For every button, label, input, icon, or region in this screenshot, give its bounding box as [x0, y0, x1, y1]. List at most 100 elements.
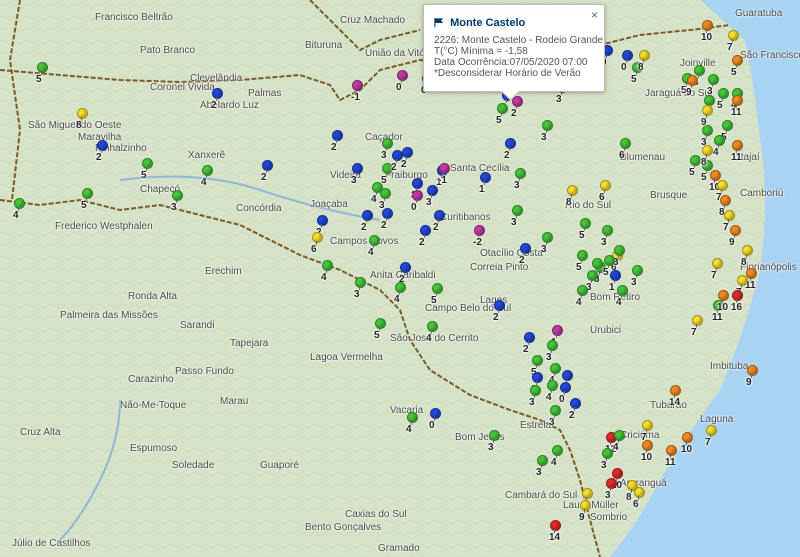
- station-marker[interactable]: 8: [565, 185, 579, 215]
- marker-value: 3: [605, 490, 611, 501]
- station-marker[interactable]: 4: [612, 430, 626, 460]
- marker-value: 5: [496, 115, 502, 126]
- station-marker[interactable]: 5: [578, 218, 592, 248]
- station-marker[interactable]: -2: [472, 225, 486, 255]
- marker-pin-icon: [474, 225, 485, 236]
- station-marker[interactable]: 2: [330, 130, 344, 160]
- station-marker[interactable]: 14: [548, 520, 562, 550]
- station-marker[interactable]: 10: [716, 290, 730, 320]
- station-marker[interactable]: 4: [320, 260, 334, 290]
- station-marker[interactable]: 9: [700, 105, 714, 135]
- station-marker[interactable]: 3: [510, 205, 524, 235]
- marker-pin-icon: [489, 430, 500, 441]
- station-marker[interactable]: 4: [367, 235, 381, 265]
- station-marker[interactable]: 3: [604, 478, 618, 508]
- station-marker[interactable]: 11: [730, 140, 744, 170]
- station-marker[interactable]: 2: [418, 225, 432, 255]
- station-marker[interactable]: 2: [568, 398, 582, 428]
- station-marker[interactable]: 7: [690, 315, 704, 345]
- marker-pin-icon: [670, 385, 681, 396]
- station-marker[interactable]: -1: [350, 80, 364, 110]
- station-marker[interactable]: 3: [353, 277, 367, 307]
- marker-pin-icon: [732, 290, 743, 301]
- station-marker[interactable]: 7: [704, 425, 718, 455]
- marker-value: 2: [401, 159, 407, 170]
- station-marker[interactable]: 2: [210, 88, 224, 118]
- station-marker[interactable]: 16: [730, 290, 744, 320]
- station-marker[interactable]: 3: [487, 430, 501, 460]
- station-marker[interactable]: 5: [80, 188, 94, 218]
- station-marker[interactable]: 10: [700, 20, 714, 50]
- station-marker[interactable]: 6: [618, 138, 632, 168]
- station-marker[interactable]: 5: [430, 283, 444, 313]
- station-marker[interactable]: 3: [630, 265, 644, 295]
- station-marker[interactable]: 0: [428, 408, 442, 438]
- close-icon[interactable]: ×: [591, 8, 598, 22]
- marker-value: -1: [351, 92, 360, 103]
- station-marker[interactable]: 6: [598, 180, 612, 210]
- station-marker[interactable]: 3: [600, 448, 614, 478]
- station-marker[interactable]: 3: [513, 168, 527, 198]
- station-marker[interactable]: 5: [373, 318, 387, 348]
- station-marker[interactable]: 4: [200, 165, 214, 195]
- station-marker[interactable]: 4: [12, 198, 26, 228]
- station-marker[interactable]: 3: [170, 190, 184, 220]
- station-marker[interactable]: 5: [495, 103, 509, 133]
- station-marker[interactable]: 6: [310, 232, 324, 262]
- station-marker[interactable]: -1: [437, 163, 451, 193]
- station-marker[interactable]: 9: [685, 75, 699, 105]
- station-marker[interactable]: 4: [712, 135, 726, 165]
- marker-value: 4: [551, 457, 557, 468]
- station-marker[interactable]: 3: [540, 120, 554, 150]
- station-marker[interactable]: 8: [637, 50, 651, 80]
- marker-pin-icon: [439, 163, 450, 174]
- station-marker[interactable]: 4: [575, 285, 589, 315]
- station-marker[interactable]: 2: [503, 138, 517, 168]
- station-marker[interactable]: 4: [550, 445, 564, 475]
- marker-value: 3: [549, 417, 555, 428]
- marker-value: 11: [731, 152, 742, 163]
- station-marker[interactable]: 7: [710, 258, 724, 288]
- station-marker[interactable]: 3: [548, 405, 562, 435]
- station-marker[interactable]: 4: [425, 321, 439, 351]
- station-marker[interactable]: 9: [745, 365, 759, 395]
- marker-pin-icon: [732, 140, 743, 151]
- station-marker[interactable]: 11: [730, 95, 744, 125]
- station-marker[interactable]: 10: [640, 440, 654, 470]
- marker-value: -2: [473, 237, 482, 248]
- station-marker[interactable]: 14: [668, 385, 682, 415]
- station-marker[interactable]: 5: [730, 55, 744, 85]
- station-marker[interactable]: 1: [478, 172, 492, 202]
- station-marker[interactable]: 2: [432, 210, 446, 240]
- station-marker[interactable]: 3: [535, 455, 549, 485]
- station-marker[interactable]: 4: [393, 282, 407, 312]
- map-canvas[interactable]: Francisco Beltrão Pato Branco Clevelândia P…: [0, 0, 800, 557]
- station-marker[interactable]: 0: [395, 70, 409, 100]
- station-marker[interactable]: 6: [632, 487, 646, 517]
- station-marker[interactable]: 2: [510, 96, 524, 126]
- station-marker[interactable]: 2: [260, 160, 274, 190]
- station-marker[interactable]: 10: [680, 432, 694, 462]
- station-marker[interactable]: 9: [578, 500, 592, 530]
- marker-pin-icon: [747, 365, 758, 376]
- station-marker[interactable]: 3: [528, 385, 542, 415]
- station-marker[interactable]: 5: [35, 62, 49, 92]
- station-marker[interactable]: 0: [410, 190, 424, 220]
- station-marker[interactable]: 8: [75, 108, 89, 138]
- station-marker[interactable]: 2: [518, 243, 532, 273]
- station-marker[interactable]: 2: [492, 300, 506, 330]
- station-marker[interactable]: 11: [664, 445, 678, 475]
- station-marker[interactable]: 2: [95, 140, 109, 170]
- station-marker[interactable]: 2: [400, 147, 414, 177]
- marker-value: 4: [426, 333, 432, 344]
- station-marker[interactable]: 3: [350, 163, 364, 193]
- marker-pin-icon: [402, 147, 413, 158]
- station-marker[interactable]: 4: [615, 285, 629, 315]
- station-marker[interactable]: 2: [380, 208, 394, 238]
- marker-pin-icon: [732, 95, 743, 106]
- station-marker[interactable]: 4: [405, 412, 419, 442]
- station-marker[interactable]: 3: [540, 232, 554, 262]
- station-marker[interactable]: 5: [716, 88, 730, 118]
- marker-pin-icon: [515, 168, 526, 179]
- station-marker[interactable]: 5: [140, 158, 154, 188]
